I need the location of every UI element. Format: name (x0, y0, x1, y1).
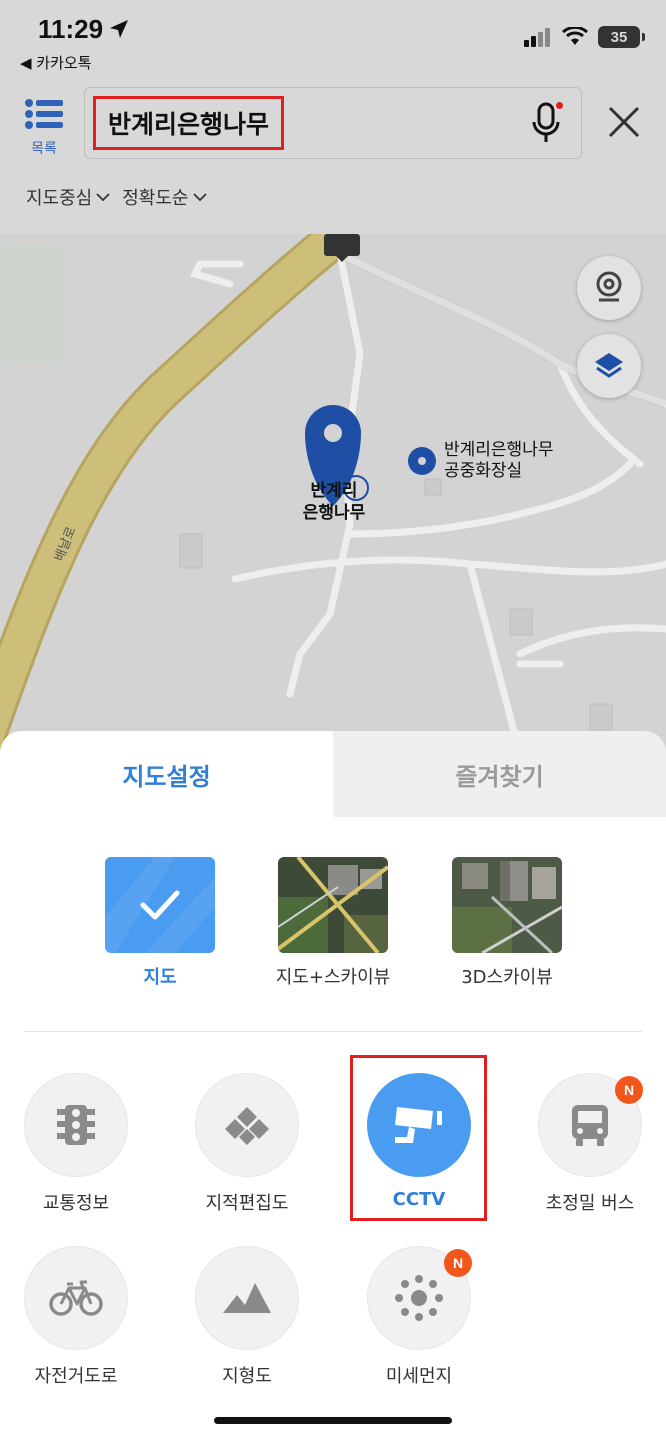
mountain-icon (223, 1283, 271, 1313)
layer-cadastral[interactable]: 지적편집도 (172, 1073, 322, 1215)
filter-center-label: 지도중심 (26, 188, 93, 209)
map-type-3d-skyview[interactable]: 3D스카이뷰 (437, 857, 577, 989)
map-view[interactable]: 배날로 반계리 은행나무 반계리은행나무 공중화장실 (0, 234, 666, 754)
layer-cadastral-circle (195, 1073, 299, 1177)
cadastral-icon (225, 1107, 269, 1145)
tab-favorites[interactable]: 즐겨찾기 (333, 731, 666, 817)
layer-bus-circle: N (538, 1073, 643, 1177)
close-icon[interactable] (606, 104, 642, 140)
battery-indicator: 35 (598, 26, 645, 48)
layer-traffic[interactable]: 교통정보 (1, 1073, 151, 1215)
3d-satellite-thumb-image (452, 857, 562, 953)
status-time: 11:29 (38, 14, 104, 44)
place-pin-label-line1: 반계리 (310, 481, 358, 501)
layers-button[interactable] (577, 334, 641, 398)
map-type-options: 지도 지도+스카이뷰 3D스카이뷰 (0, 857, 666, 997)
new-badge: N (615, 1076, 643, 1104)
map-type-skyview[interactable]: 지도+스카이뷰 (263, 857, 403, 989)
layer-traffic-label: 교통정보 (42, 1193, 110, 1214)
place-pin-label-line2: 은행나무 (302, 503, 366, 523)
check-icon (105, 857, 215, 953)
header-area: 11:29 ◀ 카카오톡 35 목록 반계리은행나무 지도중심 정확도순 (0, 0, 666, 234)
list-button-label: 목록 (31, 141, 57, 157)
layers-icon (595, 353, 623, 378)
search-query-text: 반계리은행나무 (93, 96, 285, 150)
map-type-basic-thumb (105, 857, 215, 953)
search-input[interactable]: 반계리은행나무 (84, 87, 582, 159)
wifi-icon (562, 27, 588, 45)
cctv-highlight-box (350, 1055, 487, 1221)
map-settings-sheet: 지도설정 즐겨찾기 지도 지도+스카이뷰 3D스카이뷰 교통정보 지적편집도 C… (0, 731, 666, 1440)
filter-sort-label: 정확도순 (122, 188, 189, 209)
home-indicator[interactable] (214, 1417, 452, 1424)
layer-dust-label: 미세먼지 (385, 1366, 453, 1387)
tab-map-settings[interactable]: 지도설정 (0, 731, 333, 817)
layer-terrain-label: 지형도 (222, 1366, 272, 1387)
cctv-map-button[interactable] (577, 256, 641, 320)
chevron-down-icon (192, 193, 207, 202)
layer-bicycle-circle (24, 1246, 128, 1350)
layer-cadastral-label: 지적편집도 (205, 1193, 289, 1214)
filter-center-dropdown[interactable]: 지도중심 (26, 184, 110, 210)
toilet-poi-label-line1: 반계리은행나무 (444, 440, 554, 460)
place-pin-label[interactable]: 반계리 은행나무 (292, 480, 376, 524)
map-type-skyview-label: 지도+스카이뷰 (275, 967, 391, 988)
filter-sort-dropdown[interactable]: 정확도순 (122, 184, 207, 210)
mic-active-dot (556, 102, 563, 109)
toilet-poi-label[interactable]: 반계리은행나무 공중화장실 (444, 440, 553, 482)
map-type-skyview-thumb (278, 857, 388, 953)
location-arrow-icon (110, 20, 128, 38)
layer-bicycle[interactable]: 자전거도로 (1, 1246, 151, 1388)
layer-bus-label: 초정밀 버스 (545, 1193, 635, 1214)
new-badge: N (444, 1249, 472, 1277)
layer-terrain[interactable]: 지형도 (172, 1246, 322, 1388)
layer-terrain-circle (195, 1246, 299, 1350)
signal-icon (524, 28, 550, 47)
layer-bus[interactable]: N 초정밀 버스 (515, 1073, 665, 1215)
traffic-light-icon (57, 1105, 95, 1145)
map-type-basic[interactable]: 지도 (90, 857, 230, 989)
layer-bicycle-label: 자전거도로 (34, 1366, 118, 1387)
sheet-tabs: 지도설정 즐겨찾기 (0, 731, 666, 817)
list-button[interactable]: 목록 (22, 98, 66, 158)
map-type-basic-label: 지도 (143, 967, 177, 988)
layer-traffic-circle (24, 1073, 128, 1177)
status-icons: 35 (524, 26, 645, 48)
bus-icon (572, 1105, 608, 1146)
layer-fine-dust[interactable]: N 미세먼지 (344, 1246, 494, 1388)
dust-icon (395, 1275, 443, 1321)
layer-dust-circle: N (367, 1246, 472, 1350)
bicycle-icon (49, 1280, 103, 1316)
map-type-3d-thumb (452, 857, 562, 953)
sheet-divider (24, 1031, 642, 1032)
back-to-app-link[interactable]: ◀ 카카오톡 (20, 52, 92, 73)
chevron-down-icon (96, 193, 110, 202)
filter-bar: 지도중심 정확도순 (26, 184, 207, 210)
satellite-thumb-image (278, 857, 388, 953)
toilet-poi-label-line2: 공중화장실 (444, 461, 523, 481)
list-icon (25, 99, 63, 129)
map-type-3d-label: 3D스카이뷰 (461, 967, 553, 988)
camera-360-icon (596, 271, 622, 302)
